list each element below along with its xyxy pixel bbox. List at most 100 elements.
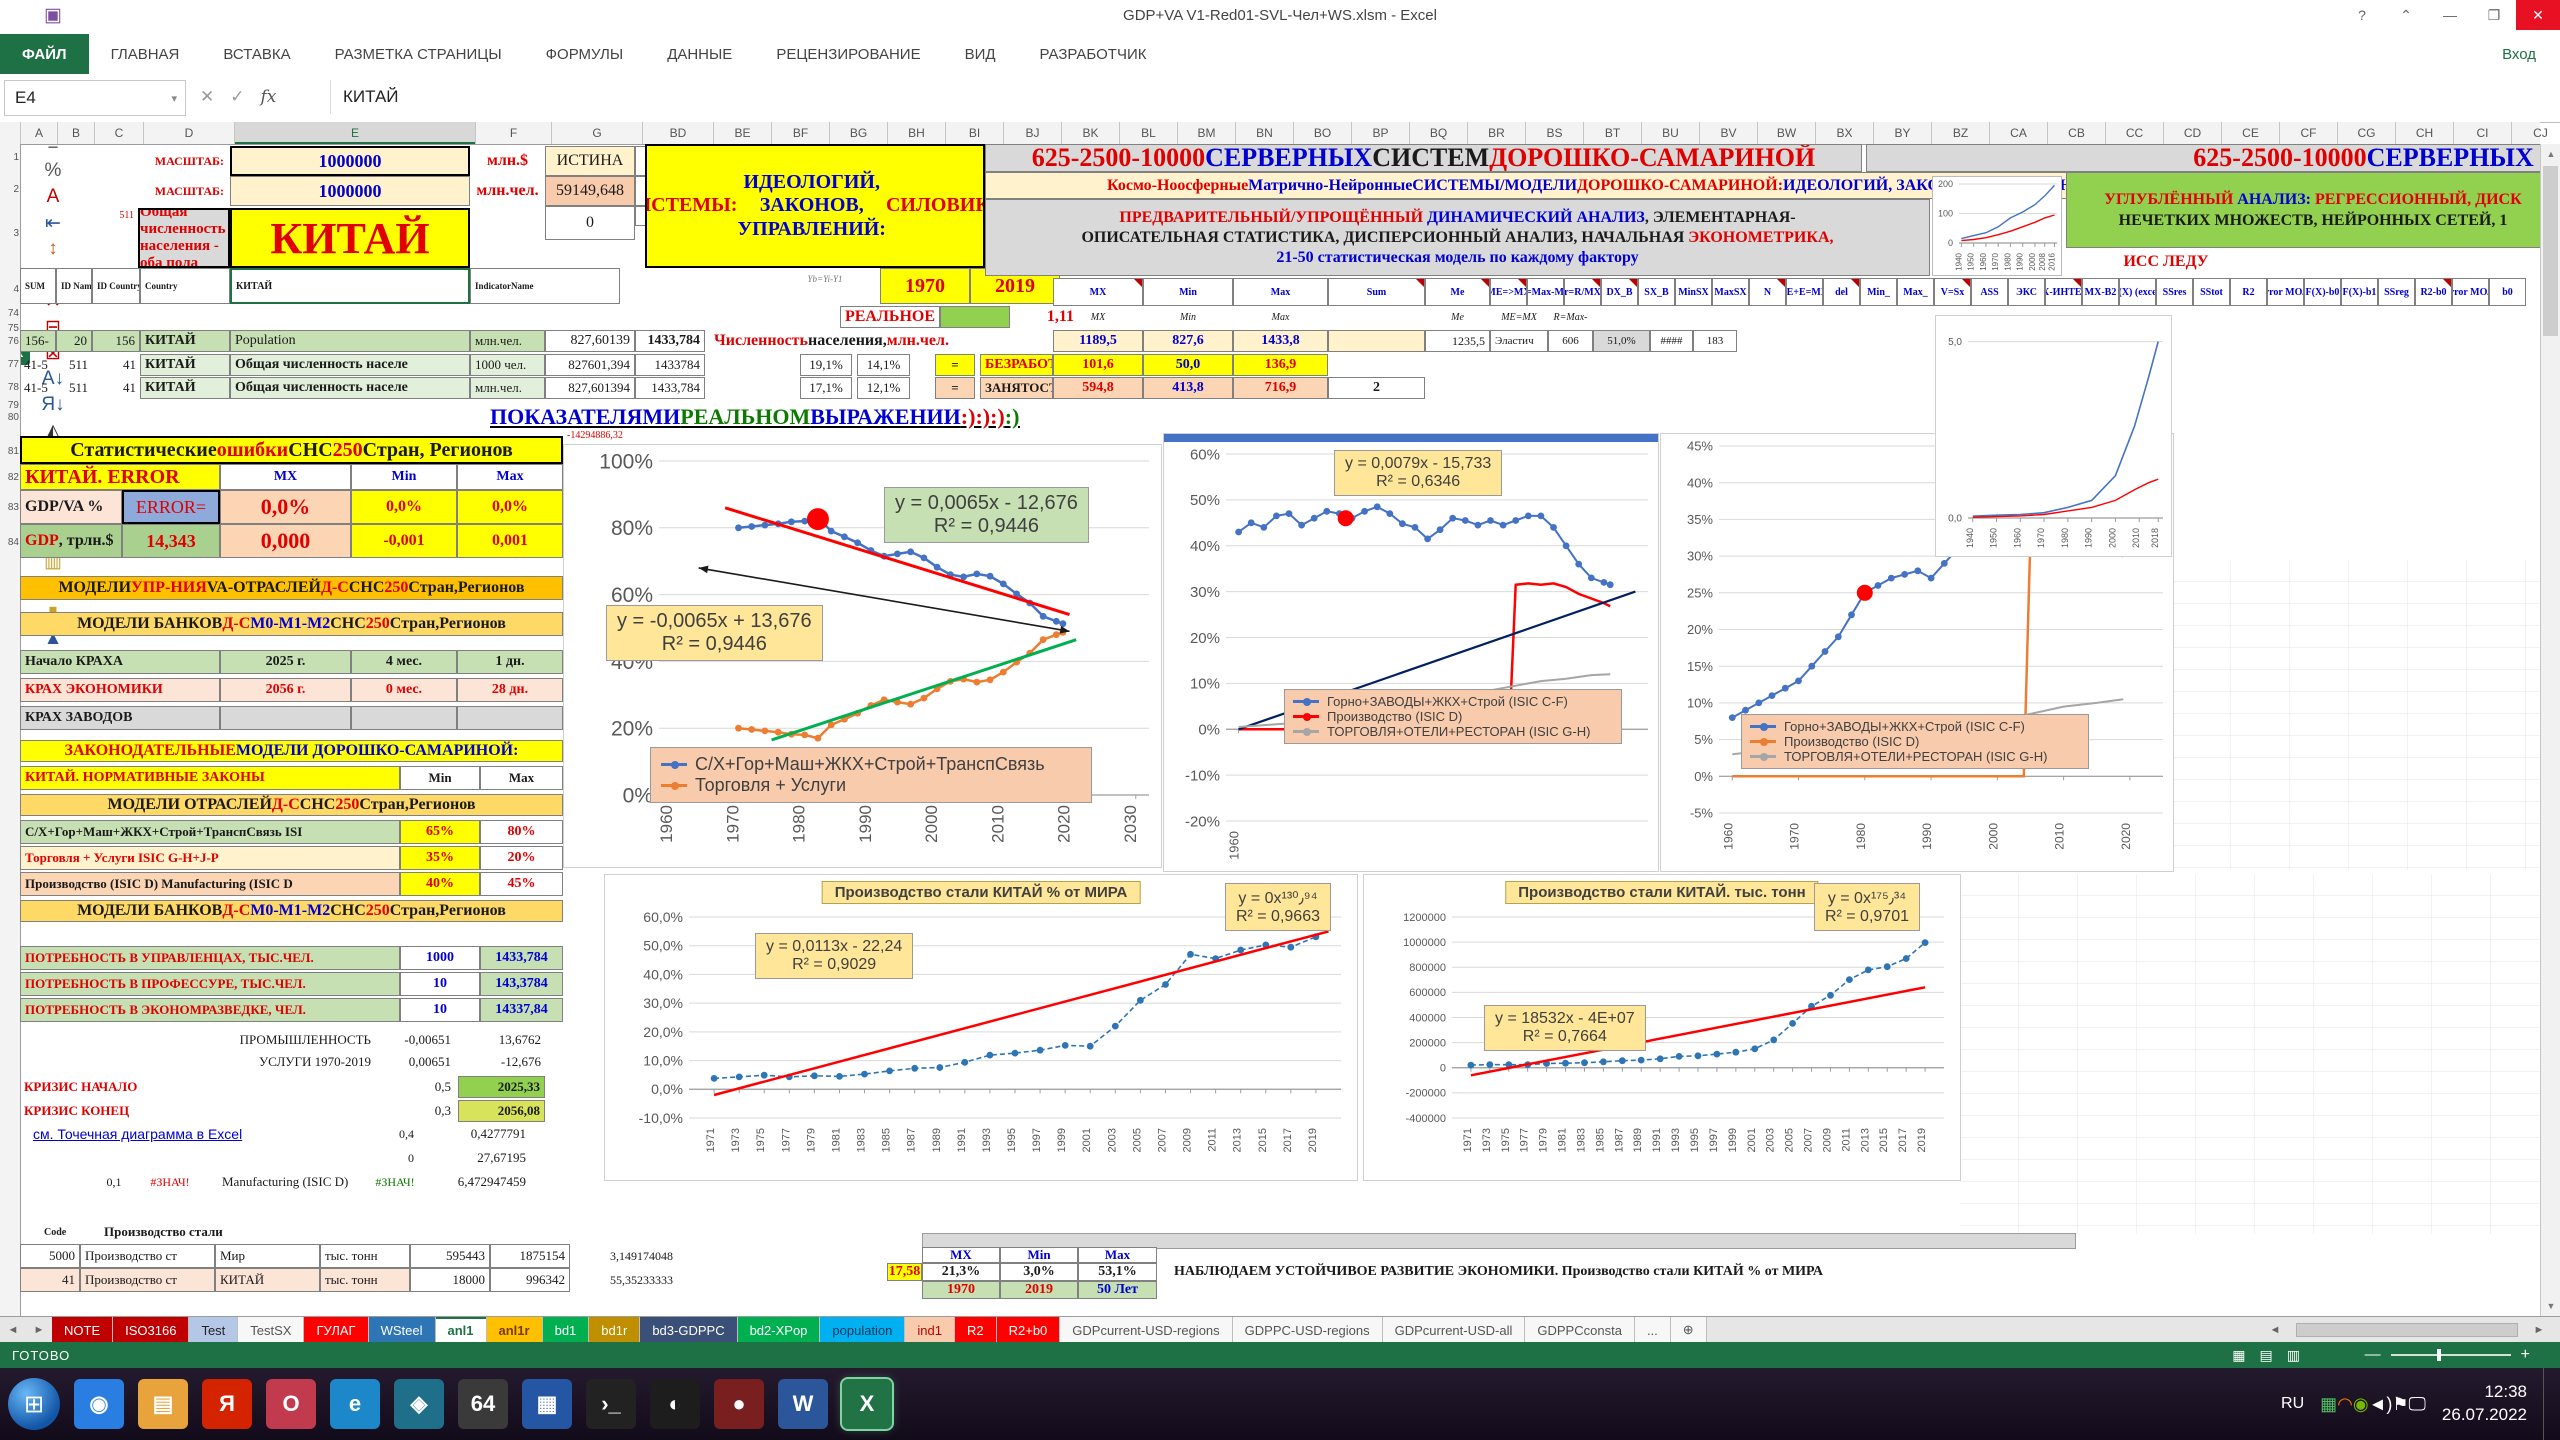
row-header[interactable]: 3 bbox=[0, 228, 21, 239]
recorder-icon[interactable]: ● bbox=[714, 1379, 764, 1429]
row-header[interactable]: 75 bbox=[0, 323, 21, 334]
ribbon-tab[interactable]: ФАЙЛ bbox=[0, 34, 89, 74]
error-tag[interactable]: ERROR= bbox=[122, 490, 220, 524]
cell[interactable]: 827,601394 bbox=[545, 377, 635, 399]
sheet-tab[interactable]: R2+b0 bbox=[997, 1317, 1061, 1343]
name-box[interactable]: E4 ▾ bbox=[4, 80, 186, 116]
cell[interactable]: млн.чел. bbox=[470, 377, 545, 399]
cell[interactable]: 41-5 bbox=[20, 354, 56, 376]
equation-box[interactable]: y = 18532x - 4E+07 R² = 0,7664 bbox=[1484, 1005, 1646, 1051]
scatter-link[interactable]: см. Точечная диаграмма в Excel bbox=[29, 1124, 329, 1144]
servers-banner-2[interactable]: 625-2500-10000 СЕРВЕРНЫХ С bbox=[1866, 144, 2560, 172]
column-header[interactable]: BZ bbox=[1932, 122, 1990, 144]
cell[interactable]: 827601,394 bbox=[545, 354, 635, 376]
hscroll-right-icon[interactable]: ► bbox=[2526, 1324, 2552, 1336]
max-cell[interactable]: 1433,8 bbox=[1233, 330, 1328, 352]
stat-column-header[interactable]: V=Sx bbox=[1934, 278, 1971, 306]
sheet-tab[interactable]: ... bbox=[1635, 1317, 1671, 1343]
column-header[interactable]: BF bbox=[772, 122, 830, 144]
row-header[interactable]: 81 bbox=[0, 446, 21, 457]
equation-box[interactable]: y = 0,0065x - 12,676 R² = 0,9446 bbox=[884, 487, 1089, 543]
equation-box[interactable]: y = 0x¹⁷⁵٫³⁴ R² = 0,9701 bbox=[1814, 883, 1920, 931]
gdpva-label[interactable]: GDP/VA % bbox=[20, 490, 122, 524]
sheet-tab[interactable]: GDPcurrent-USD-all bbox=[1383, 1317, 1526, 1343]
cell[interactable]: 1433,784 bbox=[635, 377, 705, 399]
error-col-mx[interactable]: MX bbox=[220, 464, 351, 490]
error-max[interactable]: 0,0% bbox=[457, 490, 563, 524]
page-layout-view-icon[interactable]: ▤ bbox=[2260, 1347, 2273, 1364]
sum-cell[interactable] bbox=[1328, 330, 1425, 352]
column-header[interactable]: BT bbox=[1584, 122, 1642, 144]
excel-icon[interactable]: X bbox=[842, 1379, 892, 1429]
row-header[interactable]: 82 bbox=[0, 472, 21, 483]
zoom-out-icon[interactable]: — bbox=[2365, 1346, 2381, 1364]
column-header[interactable]: BG bbox=[830, 122, 888, 144]
header-idcountry[interactable]: ID Country bbox=[92, 268, 140, 304]
tab-scroll-right-icon[interactable]: ► bbox=[26, 1317, 52, 1343]
calculator-icon[interactable]: ▦ bbox=[522, 1379, 572, 1429]
model-otrasl-banner[interactable]: МОДЕЛИ ОТРАСЛЕЙ Д-С СНС 250 Стран,Регион… bbox=[20, 794, 563, 816]
stat-column-header[interactable]: N bbox=[1749, 278, 1786, 306]
bottom-vmin[interactable]: 3,0% bbox=[1000, 1263, 1078, 1281]
stat-column-header[interactable]: Min bbox=[1143, 278, 1233, 306]
scroll-down-icon[interactable]: ▼ bbox=[2541, 1296, 2560, 1316]
column-header[interactable]: BM bbox=[1178, 122, 1236, 144]
sheet-tab[interactable]: anl1 bbox=[436, 1317, 487, 1343]
equation-box[interactable]: y = 0,0113x - 22,24 R² = 0,9029 bbox=[755, 933, 913, 979]
clock[interactable]: 12:38 26.07.2022 bbox=[2442, 1381, 2527, 1427]
chart-legend[interactable]: Горно+ЗАВОДЫ+ЖКХ+Строй (ISIC C-F)Произво… bbox=[1284, 689, 1622, 744]
stat-column-header[interactable]: Error МО/П bbox=[2452, 278, 2489, 306]
istina-cell[interactable]: ИСТИНА bbox=[545, 146, 635, 176]
cell[interactable]: Общая численность населе bbox=[230, 354, 470, 376]
column-header[interactable]: CB bbox=[2048, 122, 2106, 144]
volume-icon[interactable]: ◄) bbox=[2369, 1394, 2393, 1414]
cell[interactable]: Population bbox=[230, 330, 470, 352]
ribbon-tab[interactable]: РЕЦЕНЗИРОВАНИЕ bbox=[754, 34, 942, 74]
column-header[interactable]: CD bbox=[2164, 122, 2222, 144]
orientation-icon[interactable]: ↕ bbox=[40, 236, 66, 262]
bottom-y1[interactable]: 1970 bbox=[922, 1281, 1000, 1299]
bottom-y2[interactable]: 2019 bbox=[1000, 1281, 1078, 1299]
error-mx[interactable]: 0,0% bbox=[220, 490, 351, 524]
header-indicator[interactable]: IndicatorName bbox=[470, 268, 620, 304]
cell[interactable]: 0,4277791 bbox=[420, 1124, 530, 1144]
error-value[interactable]: #ЗНАЧ! bbox=[372, 1172, 418, 1192]
row-header[interactable]: 83 bbox=[0, 502, 21, 513]
column-header[interactable]: CF bbox=[2280, 122, 2338, 144]
scrollbar-thumb[interactable] bbox=[2543, 166, 2558, 336]
row-header[interactable]: 74 bbox=[0, 308, 21, 319]
column-header[interactable]: D bbox=[144, 122, 235, 144]
sheet-tab[interactable]: WSteel bbox=[369, 1317, 436, 1343]
sheet-tab[interactable]: GDPPCconsta bbox=[1525, 1317, 1635, 1343]
header-sum[interactable]: SUM bbox=[20, 268, 56, 304]
model-bank2-banner[interactable]: МОДЕЛИ БАНКОВ Д-С М0-М1-М2 СНС 250 Стран… bbox=[20, 900, 563, 922]
normat-max[interactable]: Max bbox=[480, 766, 563, 790]
column-header[interactable]: BN bbox=[1236, 122, 1294, 144]
zakon-banner[interactable]: ЗАКОНОДАТЕЛЬНЫЕ МОДЕЛИ ДОРОШКО-САМАРИНОЙ… bbox=[20, 740, 563, 762]
year-1970-cell[interactable]: 1970 bbox=[880, 268, 970, 304]
gdp-mx[interactable]: 0,000 bbox=[220, 524, 351, 558]
cell[interactable]: БЕЗРАБОТИЦА, млн.ч bbox=[980, 354, 1053, 376]
column-header[interactable]: CI bbox=[2454, 122, 2512, 144]
error-col-max[interactable]: Max bbox=[457, 464, 563, 490]
enter-icon[interactable]: ✓ bbox=[230, 87, 244, 107]
header-country[interactable]: Country bbox=[140, 268, 230, 304]
font-paint-icon[interactable]: A bbox=[40, 184, 66, 210]
ribbon-tab[interactable]: РАЗМЕТКА СТРАНИЦЫ bbox=[313, 34, 524, 74]
error-col-min[interactable]: Min bbox=[351, 464, 457, 490]
stat-column-header[interactable]: MaxSX bbox=[1712, 278, 1749, 306]
cell[interactable]: 19,1% bbox=[800, 354, 852, 376]
max-cell[interactable]: 136,9 bbox=[1233, 354, 1328, 376]
min-cell[interactable]: 827,6 bbox=[1143, 330, 1233, 352]
stat-column-header[interactable]: МХ-ИНТЕРВ bbox=[2045, 278, 2082, 306]
row-header[interactable]: 76 bbox=[0, 336, 21, 347]
obs-icon[interactable]: ◐ bbox=[650, 1379, 700, 1429]
cell[interactable]: Эластич bbox=[1490, 330, 1548, 352]
country-name-cell[interactable]: КИТАЙ bbox=[230, 208, 470, 268]
chart-legend[interactable]: С/Х+Гор+Маш+ЖКХ+Строй+ТранспСвязьТорговл… bbox=[650, 747, 1092, 803]
column-header[interactable]: BO bbox=[1294, 122, 1352, 144]
name-box-dropdown-icon[interactable]: ▾ bbox=[163, 92, 185, 105]
app-icon[interactable]: ◈ bbox=[394, 1379, 444, 1429]
stat-column-header[interactable]: Error МО/П bbox=[2267, 278, 2304, 306]
folder-icon[interactable]: ▤ bbox=[138, 1379, 188, 1429]
